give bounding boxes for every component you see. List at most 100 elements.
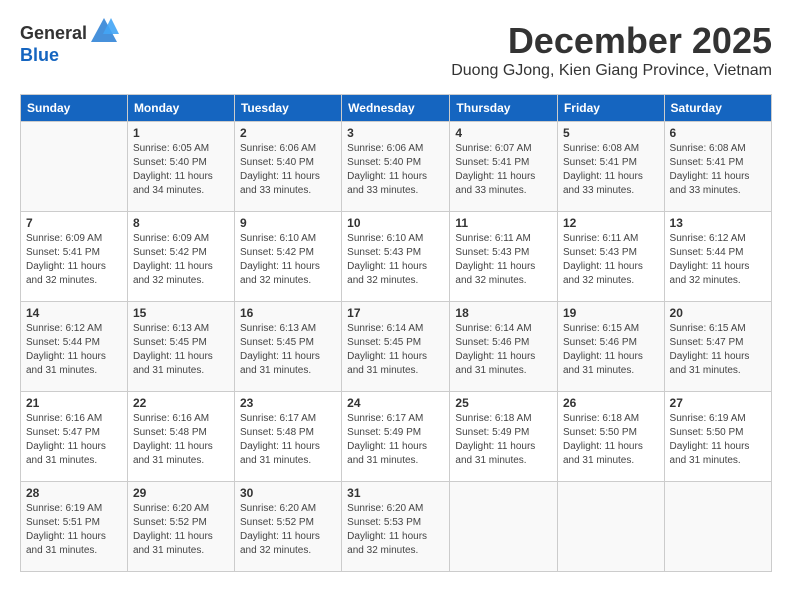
calendar-cell: 17Sunrise: 6:14 AM Sunset: 5:45 PM Dayli… [342, 302, 450, 392]
calendar-cell: 27Sunrise: 6:19 AM Sunset: 5:50 PM Dayli… [664, 392, 771, 482]
day-info: Sunrise: 6:20 AM Sunset: 5:53 PM Dayligh… [347, 502, 444, 558]
calendar-cell: 31 Sunrise: 6:20 AM Sunset: 5:53 PM Dayli… [342, 482, 450, 572]
calendar-cell: 3 Sunrise: 6:06 AM Sunset: 5:40 PM Daylig… [342, 122, 450, 212]
day-info: Sunrise: 6:13 AM Sunset: 5:45 PM Dayligh… [240, 322, 336, 378]
calendar-week-5: 28 Sunrise: 6:19 AM Sunset: 5:51 PM Dayli… [21, 482, 772, 572]
calendar-cell: 4 Sunrise: 6:07 AM Sunset: 5:41 PM Daylig… [450, 122, 558, 212]
header: General Blue December 2025 Duong GJong, … [20, 20, 772, 90]
day-number: 16 [240, 306, 336, 320]
day-number: 2 [240, 126, 336, 140]
page-container: General Blue December 2025 Duong GJong, … [20, 20, 772, 572]
day-info: Sunrise: 6:14 AM Sunset: 5:45 PM Dayligh… [347, 322, 444, 378]
title-block: December 2025 Duong GJong, Kien Giang Pr… [451, 20, 772, 90]
col-sunday: Sunday [21, 95, 128, 122]
day-info: Sunrise: 6:15 AM Sunset: 5:47 PM Dayligh… [670, 322, 766, 378]
day-number: 15 [133, 306, 229, 320]
logo-general: General [20, 24, 87, 42]
day-info: Sunrise: 6:13 AM Sunset: 5:45 PM Dayligh… [133, 322, 229, 378]
col-wednesday: Wednesday [342, 95, 450, 122]
day-number: 27 [670, 396, 766, 410]
calendar-cell: 1 Sunrise: 6:05 AM Sunset: 5:40 PM Daylig… [127, 122, 234, 212]
calendar-cell: 18Sunrise: 6:14 AM Sunset: 5:46 PM Dayli… [450, 302, 558, 392]
day-info: Sunrise: 6:18 AM Sunset: 5:49 PM Dayligh… [455, 412, 552, 468]
day-info: Sunrise: 6:08 AM Sunset: 5:41 PM Dayligh… [670, 142, 766, 198]
calendar-cell: 29Sunrise: 6:20 AM Sunset: 5:52 PM Dayli… [127, 482, 234, 572]
col-thursday: Thursday [450, 95, 558, 122]
day-number: 22 [133, 396, 229, 410]
calendar-cell: 21Sunrise: 6:16 AM Sunset: 5:47 PM Dayli… [21, 392, 128, 482]
header-row: Sunday Monday Tuesday Wednesday Thursday… [21, 95, 772, 122]
logo-icon [89, 16, 119, 46]
calendar-cell: 28 Sunrise: 6:19 AM Sunset: 5:51 PM Dayli… [21, 482, 128, 572]
logo-text: General Blue [20, 20, 119, 66]
calendar-cell: 20 Sunrise: 6:15 AM Sunset: 5:47 PM Dayli… [664, 302, 771, 392]
day-info: Sunrise: 6:11 AM Sunset: 5:43 PM Dayligh… [455, 232, 552, 288]
day-number: 31 [347, 486, 444, 500]
calendar-cell: 10 Sunrise: 6:10 AM Sunset: 5:43 PM Dayli… [342, 212, 450, 302]
calendar-week-2: 7 Sunrise: 6:09 AM Sunset: 5:41 PM Daylig… [21, 212, 772, 302]
day-info: Sunrise: 6:18 AM Sunset: 5:50 PM Dayligh… [563, 412, 659, 468]
col-friday: Friday [557, 95, 664, 122]
calendar-cell: 13Sunrise: 6:12 AM Sunset: 5:44 PM Dayli… [664, 212, 771, 302]
day-info: Sunrise: 6:06 AM Sunset: 5:40 PM Dayligh… [347, 142, 444, 198]
day-info: Sunrise: 6:07 AM Sunset: 5:41 PM Dayligh… [455, 142, 552, 198]
day-info: Sunrise: 6:17 AM Sunset: 5:48 PM Dayligh… [240, 412, 336, 468]
day-info: Sunrise: 6:09 AM Sunset: 5:42 PM Dayligh… [133, 232, 229, 288]
day-info: Sunrise: 6:19 AM Sunset: 5:51 PM Dayligh… [26, 502, 122, 558]
day-info: Sunrise: 6:08 AM Sunset: 5:41 PM Dayligh… [563, 142, 659, 198]
calendar-cell: 2Sunrise: 6:06 AM Sunset: 5:40 PM Daylig… [234, 122, 341, 212]
day-number: 9 [240, 216, 336, 230]
calendar-cell: 22 Sunrise: 6:16 AM Sunset: 5:48 PM Dayli… [127, 392, 234, 482]
calendar-cell: 9 Sunrise: 6:10 AM Sunset: 5:42 PM Daylig… [234, 212, 341, 302]
col-monday: Monday [127, 95, 234, 122]
day-info: Sunrise: 6:11 AM Sunset: 5:43 PM Dayligh… [563, 232, 659, 288]
month-title: December 2025 [451, 20, 772, 62]
calendar-cell: 15 Sunrise: 6:13 AM Sunset: 5:45 PM Dayli… [127, 302, 234, 392]
day-info: Sunrise: 6:20 AM Sunset: 5:52 PM Dayligh… [240, 502, 336, 558]
logo-blue: Blue [20, 45, 59, 65]
day-number: 6 [670, 126, 766, 140]
calendar-cell: 8Sunrise: 6:09 AM Sunset: 5:42 PM Daylig… [127, 212, 234, 302]
calendar-cell: 24 Sunrise: 6:17 AM Sunset: 5:49 PM Dayli… [342, 392, 450, 482]
day-info: Sunrise: 6:10 AM Sunset: 5:43 PM Dayligh… [347, 232, 444, 288]
location-subtitle: Duong GJong, Kien Giang Province, Vietna… [451, 62, 772, 80]
day-number: 4 [455, 126, 552, 140]
day-number: 26 [563, 396, 659, 410]
day-number: 24 [347, 396, 444, 410]
calendar-cell: 5 Sunrise: 6:08 AM Sunset: 5:41 PM Daylig… [557, 122, 664, 212]
day-info: Sunrise: 6:16 AM Sunset: 5:47 PM Dayligh… [26, 412, 122, 468]
calendar-cell: 26 Sunrise: 6:18 AM Sunset: 5:50 PM Dayli… [557, 392, 664, 482]
day-info: Sunrise: 6:17 AM Sunset: 5:49 PM Dayligh… [347, 412, 444, 468]
day-info: Sunrise: 6:09 AM Sunset: 5:41 PM Dayligh… [26, 232, 122, 288]
day-number: 12 [563, 216, 659, 230]
day-number: 29 [133, 486, 229, 500]
calendar-week-3: 14 Sunrise: 6:12 AM Sunset: 5:44 PM Dayli… [21, 302, 772, 392]
calendar-cell [450, 482, 558, 572]
day-number: 20 [670, 306, 766, 320]
col-tuesday: Tuesday [234, 95, 341, 122]
day-info: Sunrise: 6:16 AM Sunset: 5:48 PM Dayligh… [133, 412, 229, 468]
day-number: 28 [26, 486, 122, 500]
day-number: 23 [240, 396, 336, 410]
calendar-week-4: 21Sunrise: 6:16 AM Sunset: 5:47 PM Dayli… [21, 392, 772, 482]
calendar-cell: 7 Sunrise: 6:09 AM Sunset: 5:41 PM Daylig… [21, 212, 128, 302]
day-info: Sunrise: 6:05 AM Sunset: 5:40 PM Dayligh… [133, 142, 229, 198]
calendar-week-1: 1 Sunrise: 6:05 AM Sunset: 5:40 PM Daylig… [21, 122, 772, 212]
calendar-cell: 6 Sunrise: 6:08 AM Sunset: 5:41 PM Daylig… [664, 122, 771, 212]
day-number: 14 [26, 306, 122, 320]
day-number: 13 [670, 216, 766, 230]
calendar-cell: 30 Sunrise: 6:20 AM Sunset: 5:52 PM Dayli… [234, 482, 341, 572]
day-number: 5 [563, 126, 659, 140]
day-number: 25 [455, 396, 552, 410]
day-info: Sunrise: 6:12 AM Sunset: 5:44 PM Dayligh… [26, 322, 122, 378]
calendar-cell: 25 Sunrise: 6:18 AM Sunset: 5:49 PM Dayli… [450, 392, 558, 482]
day-number: 10 [347, 216, 444, 230]
calendar-cell: 11Sunrise: 6:11 AM Sunset: 5:43 PM Dayli… [450, 212, 558, 302]
day-info: Sunrise: 6:10 AM Sunset: 5:42 PM Dayligh… [240, 232, 336, 288]
calendar-cell: 23 Sunrise: 6:17 AM Sunset: 5:48 PM Dayli… [234, 392, 341, 482]
day-number: 1 [133, 126, 229, 140]
col-saturday: Saturday [664, 95, 771, 122]
day-number: 7 [26, 216, 122, 230]
day-number: 3 [347, 126, 444, 140]
day-number: 30 [240, 486, 336, 500]
